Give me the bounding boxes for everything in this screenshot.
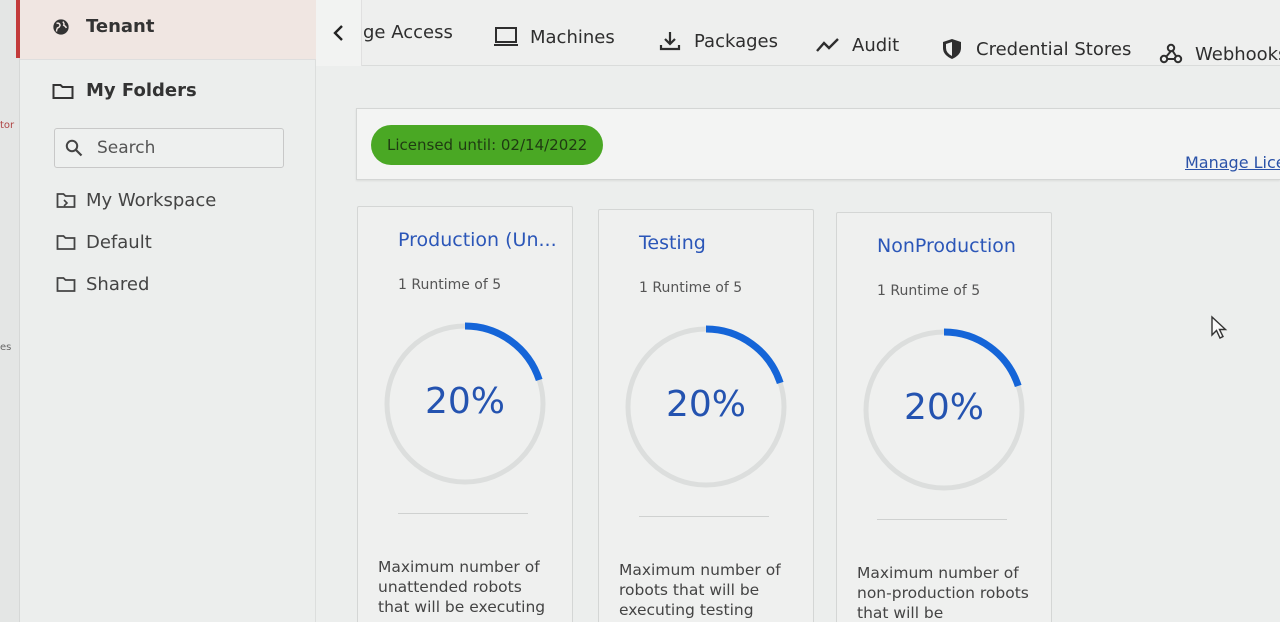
mouse-cursor-icon xyxy=(1211,315,1228,339)
sidebar-item-my-workspace[interactable]: My Workspace xyxy=(56,190,216,211)
chevron-left-icon xyxy=(332,25,343,41)
card-divider xyxy=(639,516,769,517)
globe-icon xyxy=(53,18,69,35)
download-icon xyxy=(659,32,681,51)
folder-icon xyxy=(52,83,74,99)
sidebar: Tenant My Folders My Workspace Default S… xyxy=(20,0,316,622)
scroll-left-button[interactable] xyxy=(316,0,362,66)
usage-percent: 20% xyxy=(665,384,746,425)
sidebar-item-label: Default xyxy=(86,232,152,253)
card-title[interactable]: Testing xyxy=(639,232,706,254)
tab-webhooks[interactable]: Webhooks xyxy=(1159,43,1280,65)
license-card-nonproduction: NonProduction 1 Runtime of 5 20% Maximum… xyxy=(836,212,1052,622)
tab-label: Webhooks xyxy=(1195,43,1280,65)
license-panel: Licensed until: 02/14/2022 Manage Lice xyxy=(356,108,1280,180)
card-divider xyxy=(877,519,1007,520)
license-status-badge: Licensed until: 02/14/2022 xyxy=(371,125,604,165)
manage-license-link[interactable]: Manage Lice xyxy=(1185,153,1280,172)
folder-search[interactable] xyxy=(54,128,284,168)
folder-icon xyxy=(56,277,76,292)
card-runtime-count: 1 Runtime of 5 xyxy=(877,283,981,299)
left-edge-strip: tor es xyxy=(0,0,20,622)
top-nav: ge Access Machines Packages Audit Creden… xyxy=(316,0,1280,66)
activity-icon xyxy=(816,38,839,52)
webhook-icon xyxy=(1159,43,1183,64)
tenant-selector[interactable]: Tenant xyxy=(20,0,316,60)
my-folders-label: My Folders xyxy=(86,80,197,101)
tab-label: ge Access xyxy=(363,22,453,43)
folder-icon xyxy=(56,235,76,250)
tab-packages[interactable]: Packages xyxy=(658,30,778,52)
my-folders-header[interactable]: My Folders xyxy=(52,80,197,101)
usage-percent: 20% xyxy=(424,381,505,422)
sidebar-item-shared[interactable]: Shared xyxy=(56,274,149,295)
sidebar-item-label: Shared xyxy=(86,274,150,295)
tenant-label: Tenant xyxy=(86,16,155,37)
card-description: Maximum number of non-production robots … xyxy=(857,564,1029,622)
card-title[interactable]: NonProduction xyxy=(877,235,1016,257)
tab-label: Audit xyxy=(852,34,900,56)
card-runtime-count: 1 Runtime of 5 xyxy=(639,280,743,296)
tab-machines[interactable]: Machines xyxy=(494,26,615,48)
card-title[interactable]: Production (Un... xyxy=(398,229,557,251)
sidebar-item-default[interactable]: Default xyxy=(56,232,152,253)
edge-text-mid: es xyxy=(0,342,12,353)
tab-label: Packages xyxy=(694,30,778,52)
workspace-folder-icon xyxy=(56,193,76,208)
tab-audit[interactable]: Audit xyxy=(816,34,899,56)
tab-label: Credential Stores xyxy=(976,38,1132,60)
tab-label: Machines xyxy=(530,26,615,48)
card-runtime-count: 1 Runtime of 5 xyxy=(398,277,502,293)
tab-credential-stores[interactable]: Credential Stores xyxy=(940,38,1131,60)
license-card-production: Production (Un... 1 Runtime of 5 20% Max… xyxy=(357,206,573,622)
card-description: Maximum number of unattended robots that… xyxy=(378,558,546,616)
shield-icon xyxy=(943,39,961,59)
tab-storage-access[interactable]: ge Access xyxy=(363,22,453,43)
search-icon xyxy=(65,139,83,157)
card-divider xyxy=(398,513,528,514)
sidebar-item-label: My Workspace xyxy=(86,190,217,211)
license-card-testing: Testing 1 Runtime of 5 20% Maximum numbe… xyxy=(598,209,814,622)
usage-percent: 20% xyxy=(903,387,984,428)
search-input[interactable] xyxy=(97,138,247,158)
monitor-icon xyxy=(494,27,518,46)
card-description: Maximum number of robots that will be ex… xyxy=(619,561,781,619)
edge-text-top: tor xyxy=(0,120,15,131)
